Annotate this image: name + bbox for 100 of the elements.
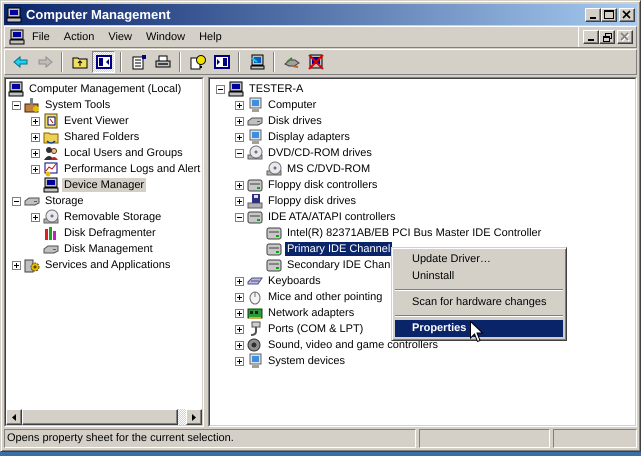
computer-icon (228, 81, 244, 97)
horizontal-scrollbar[interactable] (6, 409, 202, 425)
tree-item[interactable]: Performance Logs and Alert (62, 162, 202, 176)
tree-item[interactable]: Display adapters (266, 130, 352, 144)
controller-icon (266, 225, 282, 241)
tree-item[interactable]: Storage (43, 194, 86, 208)
tree-item[interactable]: Event Viewer (62, 114, 131, 128)
controller-icon (247, 209, 263, 225)
minimize-icon (588, 39, 594, 41)
tree-expander[interactable] (234, 308, 244, 318)
tree-expander[interactable] (12, 260, 20, 270)
menu-item[interactable]: Window (138, 30, 192, 44)
tree-expander[interactable] (234, 292, 244, 302)
tree-expander[interactable] (12, 100, 20, 110)
tree-item[interactable]: System devices (266, 354, 348, 368)
close-button[interactable] (619, 8, 635, 22)
tree-item[interactable]: Local Users and Groups (62, 146, 185, 160)
computer-icon (9, 29, 25, 45)
forward-arrow-icon (36, 54, 52, 70)
minimize-button[interactable] (583, 30, 599, 44)
tree-expander[interactable] (234, 132, 244, 142)
tree-item[interactable]: Keyboards (266, 274, 323, 288)
left-arrow-icon (12, 414, 16, 420)
tree-item[interactable]: Sound, video and game controllers (266, 338, 440, 352)
tree-expander[interactable] (234, 212, 244, 222)
speaker-icon (247, 337, 263, 353)
minimize-button[interactable] (585, 8, 601, 22)
controller-icon (247, 177, 263, 193)
menu-item[interactable]: Scan for hardware changes (395, 294, 563, 311)
tree-item[interactable]: Floppy disk controllers (266, 178, 380, 192)
scroll-thumb[interactable] (22, 409, 178, 425)
tree-expander[interactable] (216, 84, 224, 94)
monitor-icon (247, 129, 263, 145)
tree-expander[interactable] (234, 356, 244, 366)
tree-item[interactable]: Services and Applications (43, 258, 172, 272)
tree-item[interactable]: Disk Defragmenter (62, 226, 158, 240)
tree-expander[interactable] (30, 148, 40, 158)
tree-item[interactable]: System Tools (43, 98, 112, 112)
document-icon (43, 113, 59, 129)
tree-item[interactable]: IDE ATA/ATAPI controllers (266, 210, 398, 224)
tree-expander[interactable] (30, 116, 40, 126)
tree-item[interactable]: Computer Management (Local) (27, 82, 184, 96)
menu-item[interactable]: Uninstall (395, 268, 563, 285)
window-title: Computer Management (26, 7, 172, 22)
tree-expander[interactable] (234, 116, 244, 126)
gear-icon (24, 257, 40, 273)
floppy-icon (247, 193, 263, 209)
maximize-button[interactable] (601, 8, 617, 22)
tree-pane-icon (96, 54, 112, 70)
tree-expander[interactable] (234, 148, 244, 158)
disc-icon (43, 209, 59, 225)
restore-icon (602, 32, 612, 42)
tree-expander[interactable] (234, 276, 244, 286)
menu-item[interactable]: File (25, 30, 57, 44)
scroll-left-button[interactable] (6, 409, 22, 425)
disc-icon (247, 145, 263, 161)
tree-expander[interactable] (30, 132, 40, 142)
tree-expander[interactable] (234, 340, 244, 350)
tree-expander[interactable] (234, 196, 244, 206)
cursor-icon (470, 321, 484, 343)
menu-item[interactable]: Help (192, 30, 229, 44)
menu-item[interactable]: Update Driver… (395, 251, 563, 268)
tree-item[interactable]: DVD/CD-ROM drives (266, 146, 374, 160)
tree-expander[interactable] (234, 180, 244, 190)
mouse-icon (247, 289, 263, 305)
tree-expander[interactable] (12, 196, 20, 206)
computer-icon (8, 81, 24, 97)
tree-item[interactable]: Computer (266, 98, 318, 112)
tree-expander[interactable] (30, 164, 40, 174)
menu-item[interactable]: Action (56, 30, 102, 44)
tree-item[interactable]: Mice and other pointing (266, 290, 384, 304)
printer-icon (154, 54, 170, 70)
tree-item[interactable]: Secondary IDE Chan (285, 258, 392, 272)
monitor-icon (247, 97, 263, 113)
restore-button[interactable] (599, 30, 615, 44)
remove-icon (308, 54, 324, 70)
tree-item[interactable]: TESTER-A (247, 82, 306, 96)
tree-expander[interactable] (234, 324, 244, 334)
toolbar-button[interactable] (92, 51, 115, 73)
tree-expander[interactable] (234, 100, 244, 110)
tree-item[interactable]: Device Manager (62, 178, 146, 192)
close-icon (620, 32, 630, 42)
chart-icon (43, 161, 59, 177)
tree-item[interactable]: Shared Folders (62, 130, 142, 144)
tree-item[interactable]: Ports (COM & LPT) (266, 322, 366, 336)
tree-item[interactable]: Network adapters (266, 306, 356, 320)
scroll-right-button[interactable] (186, 409, 202, 425)
tree-item[interactable]: MS C/DVD-ROM (285, 162, 372, 176)
right-arrow-icon (192, 414, 196, 420)
tree-item[interactable]: Removable Storage (62, 210, 164, 224)
tree-item[interactable]: Intel(R) 82371AB/EB PCI Bus Master IDE Controller (285, 226, 544, 240)
tree-item[interactable]: Primary IDE Channel (285, 242, 392, 256)
tree-expander[interactable] (30, 212, 40, 222)
menu-item[interactable]: View (101, 30, 139, 44)
tree-item[interactable]: Disk Management (62, 242, 155, 256)
tree-item[interactable]: Floppy disk drives (266, 194, 358, 208)
controller-icon (266, 257, 282, 273)
back-arrow-icon (12, 54, 28, 70)
tree-item[interactable]: Disk drives (266, 114, 324, 128)
menu-item[interactable]: Properties (395, 320, 563, 337)
